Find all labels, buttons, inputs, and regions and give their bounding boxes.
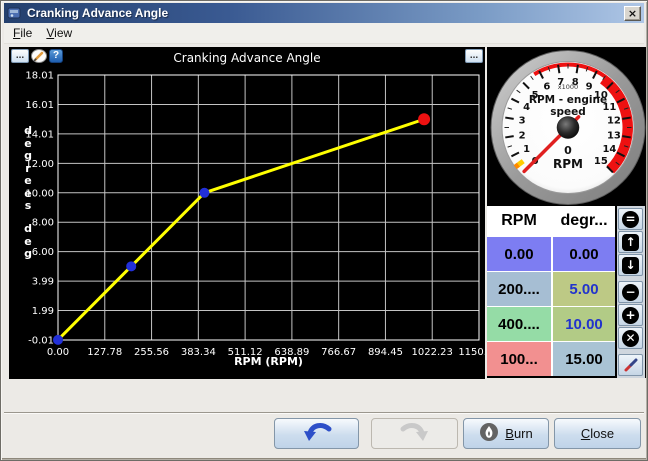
table-cell-r1c1[interactable]: 5.00 <box>553 272 615 306</box>
menu-view[interactable]: View <box>41 24 81 42</box>
menubar: File View <box>4 23 644 44</box>
chart-title: Cranking Advance Angle <box>173 51 321 65</box>
curve-table-panel: RPM degr... 0.00 0.00 200.... 5.00 400.... 10… <box>487 206 646 378</box>
close-button[interactable]: Close <box>554 418 641 449</box>
pencil-edit-icon[interactable] <box>31 49 48 63</box>
gauge-number: 14 <box>602 144 616 155</box>
close-icon: × <box>627 6 638 20</box>
gauge-number: 3 <box>519 116 526 127</box>
gauge-major-tick <box>622 135 631 139</box>
edit-pencil-button[interactable] <box>618 354 643 376</box>
gauge-panel: 0123456789101112131415 x1000 RPM - engin… <box>487 47 646 206</box>
y-tick-label: -0.01 <box>28 336 54 347</box>
y-axis-units-label: d e g <box>24 222 32 260</box>
gauge-value: 0 <box>564 144 572 157</box>
gauge-number: 15 <box>594 156 608 167</box>
gauge-number: 12 <box>607 116 621 127</box>
column-header-degrees: degr... <box>553 206 615 236</box>
dots-icon: ... <box>15 50 25 61</box>
burn-label: Burn <box>505 426 533 441</box>
column-header-rpm: RPM <box>487 206 551 236</box>
gauge-major-tick <box>505 135 514 139</box>
gauge-hub <box>556 116 580 139</box>
y-tick-label: 18.01 <box>25 71 54 82</box>
burn-icon <box>479 422 499 445</box>
table-cell-r0c1[interactable]: 0.00 <box>553 237 615 271</box>
gauge-number: 1 <box>523 144 530 155</box>
delete-button[interactable]: ✕ <box>618 327 643 349</box>
x-axis-label: RPM (RPM) <box>234 355 303 368</box>
curve-plot-svg: 0.00 127.78 255.56 383.34 511.12 638.89 766.67… <box>25 71 499 359</box>
table-cell-r3c0[interactable]: 100... <box>487 342 551 376</box>
gauge-title-line2: speed <box>550 106 586 118</box>
close-label: Close <box>580 426 615 441</box>
gauge-number: 13 <box>607 130 621 141</box>
gauge-marker-outer <box>513 162 520 170</box>
redo-icon <box>399 421 431 446</box>
redo-button <box>371 418 458 449</box>
x-axis-edit-button[interactable]: ... <box>11 49 29 63</box>
curve-point[interactable] <box>199 187 210 198</box>
dialog-window: Cranking Advance Angle × File View 0.00 1… <box>0 0 648 461</box>
curve-point[interactable] <box>418 113 431 126</box>
gauge-units: RPM <box>553 157 583 171</box>
curve-line <box>56 117 425 341</box>
move-up-button[interactable]: ↑ <box>618 231 643 253</box>
move-up-icon: ↑ <box>622 233 639 251</box>
table-cell-r2c0[interactable]: 400.... <box>487 307 551 341</box>
table-cell-r3c1[interactable]: 15.00 <box>553 342 615 376</box>
increment-button[interactable]: + <box>618 304 643 326</box>
y-axis-edit-button[interactable]: ... <box>465 49 483 63</box>
dots-icon: ... <box>469 50 479 61</box>
undo-button[interactable] <box>274 418 359 449</box>
gauge-major-tick <box>575 64 579 74</box>
gauge-number: 9 <box>586 82 593 93</box>
y-tick-label: 1.99 <box>32 306 54 317</box>
curve-point[interactable] <box>53 334 63 345</box>
curve-point[interactable] <box>126 261 137 272</box>
y-axis-label: d e g r e e s <box>24 124 32 212</box>
chart-panel: 0.00 127.78 255.56 383.34 511.12 638.89 766.67… <box>9 47 500 379</box>
gauge-major-tick <box>622 116 631 120</box>
move-down-button[interactable]: ↓ <box>618 254 643 276</box>
table-toolbar: = ↑ ↓ − + ✕ <box>617 206 645 378</box>
undo-icon <box>301 421 333 446</box>
close-window-button[interactable]: × <box>624 5 641 21</box>
titlebar: Cranking Advance Angle × <box>4 3 644 23</box>
table-cell-r1c0[interactable]: 200.... <box>487 272 551 306</box>
gauge-number: 2 <box>519 130 526 141</box>
set-equal-button[interactable]: = <box>618 208 643 230</box>
decrement-icon: − <box>622 283 639 301</box>
curve-table: RPM degr... 0.00 0.00 200.... 5.00 400.... 10… <box>487 206 615 376</box>
pencil-icon <box>624 358 637 372</box>
burn-button[interactable]: Burn <box>463 418 549 449</box>
window-title: Cranking Advance Angle <box>27 6 169 20</box>
table-cell-r0c0[interactable]: 0.00 <box>487 237 551 271</box>
menu-file[interactable]: File <box>8 24 41 42</box>
delete-icon: ✕ <box>622 329 639 347</box>
footer-divider <box>4 412 644 414</box>
move-down-icon: ↓ <box>622 256 639 274</box>
y-tick-label: 16.01 <box>25 100 54 111</box>
decrement-button[interactable]: − <box>618 281 643 303</box>
gauge-title-line1: RPM - engine <box>529 94 607 106</box>
question-glyph: ? <box>52 50 60 61</box>
plot-border <box>57 74 480 341</box>
set-equal-icon: = <box>622 210 639 228</box>
gauge-number: 6 <box>543 82 550 93</box>
gauge-major-tick <box>505 116 514 120</box>
help-icon[interactable]: ? <box>49 49 63 63</box>
table-cell-r2c1[interactable]: 10.00 <box>553 307 615 341</box>
gauge-multiplier: x1000 <box>558 83 578 91</box>
gauge-major-tick <box>557 64 561 74</box>
y-tick-label: 3.99 <box>32 277 54 288</box>
app-icon <box>7 6 23 21</box>
rpm-gauge: 0123456789101112131415 x1000 RPM - engin… <box>490 50 646 205</box>
increment-icon: + <box>622 306 639 324</box>
